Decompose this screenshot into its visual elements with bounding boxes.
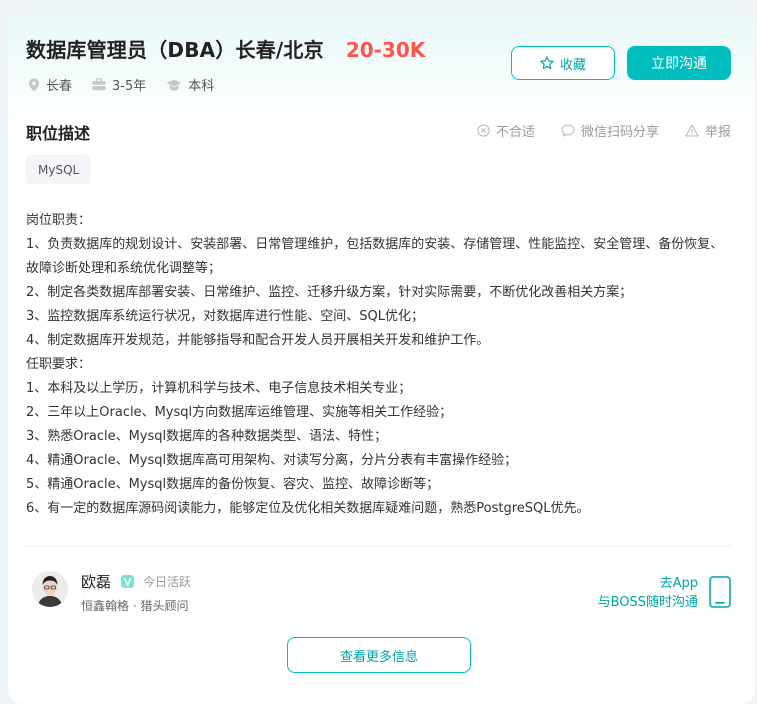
description-line: 1、本科及以上学历，计算机科学与技术、电子信息技术相关专业； [26, 381, 412, 396]
not-suitable-label: 不合适 [495, 125, 535, 140]
report-label: 举报 [704, 125, 731, 140]
description-line: 3、熟悉Oracle、Mysql数据库的各种数据类型、语法、特性； [26, 429, 388, 444]
description-line: 任职要求： [26, 357, 92, 372]
description-line: 2、制定各类数据库部署安装、日常维护、监控、迁移升级方案，针对实际需要，不断优化… [26, 285, 633, 300]
avatar-portrait-icon [32, 571, 68, 607]
salary: 20-30K [345, 38, 426, 62]
section-title: 职位描述 [26, 124, 91, 143]
report-action[interactable]: 举报 [685, 121, 731, 140]
description-line: 2、三年以上Oracle、Mysql方向数据库运维管理、实施等相关工作经验； [26, 405, 453, 420]
verified-badge-icon [121, 575, 135, 588]
chat-now-button[interactable]: 立即沟通 [627, 46, 731, 80]
job-detail-card: 数据库管理员（DBA）长春/北京 20-30K 长春 3-5年 本科 收藏 立即… [8, 14, 755, 704]
meta-education: 本科 [166, 75, 214, 94]
education-text: 本科 [188, 79, 215, 94]
job-actions: 不合适 微信扫码分享 举报 [451, 121, 731, 140]
location-icon [29, 78, 39, 91]
recruiter-info: 欧磊 今日活跃 [81, 571, 191, 592]
view-more-label: 查看更多信息 [339, 649, 418, 665]
chat-bubble-icon [561, 124, 575, 137]
view-more-button[interactable]: 查看更多信息 [287, 637, 471, 673]
close-circle-icon [477, 124, 490, 137]
recruiter-name: 欧磊 [81, 573, 112, 591]
app-promo-line1: 去App [659, 576, 698, 591]
wechat-share-label: 微信扫码分享 [580, 125, 659, 140]
chat-now-label: 立即沟通 [651, 56, 707, 72]
job-description: 岗位职责： 1、负责数据库的规划设计、安装部署、日常管理维护，包括数据库的安装、… [26, 209, 726, 521]
divider [26, 545, 731, 546]
job-header: 数据库管理员（DBA）长春/北京 20-30K [26, 34, 425, 63]
avatar[interactable] [32, 571, 68, 607]
skill-tag[interactable]: MySQL [26, 155, 92, 184]
favorite-label: 收藏 [559, 57, 586, 73]
active-status: 今日活跃 [143, 575, 192, 589]
description-line: 5、精通Oracle、Mysql数据库的备份恢复、容灾、监控、故障诊断等； [26, 477, 440, 492]
job-title: 数据库管理员（DBA）长春/北京 [26, 38, 324, 62]
wechat-share-action[interactable]: 微信扫码分享 [561, 121, 659, 140]
mobile-phone-icon[interactable] [709, 576, 731, 608]
description-line: 1、负责数据库的规划设计、安装部署、日常管理维护，包括数据库的安装、存储管理、性… [26, 237, 724, 276]
favorite-button[interactable]: 收藏 [511, 46, 615, 80]
description-line: 4、精通Oracle、Mysql数据库高可用架构、对读写分离，分片分表有丰富操作… [26, 453, 518, 468]
graduation-cap-icon [166, 79, 182, 90]
app-promo-line2: 与BOSS随时沟通 [597, 595, 698, 610]
description-line: 岗位职责： [26, 213, 92, 228]
recruiter-company-role: 恒鑫翰格 · 猎头顾问 [81, 599, 189, 613]
app-promo[interactable]: 去App 与BOSS随时沟通 [598, 574, 698, 612]
description-line: 3、监控数据库系统运行状况，对数据库进行性能、空间、SQL优化； [26, 309, 424, 324]
job-meta: 长春 3-5年 本科 [28, 75, 234, 94]
experience-text: 3-5年 [112, 79, 147, 94]
description-line: 4、制定数据库开发规范，并能够指导和配合开发人员开展相关开发和维护工作。 [26, 333, 490, 348]
meta-experience: 3-5年 [92, 75, 146, 94]
not-suitable-action[interactable]: 不合适 [477, 121, 535, 140]
meta-location: 长春 [28, 75, 72, 94]
star-icon [540, 56, 554, 70]
location-text: 长春 [46, 79, 73, 94]
briefcase-icon [92, 78, 106, 91]
warning-icon [685, 124, 699, 137]
description-line: 6、有一定的数据库源码阅读能力，能够定位及优化相关数据库疑难问题，熟悉Postg… [26, 501, 590, 516]
